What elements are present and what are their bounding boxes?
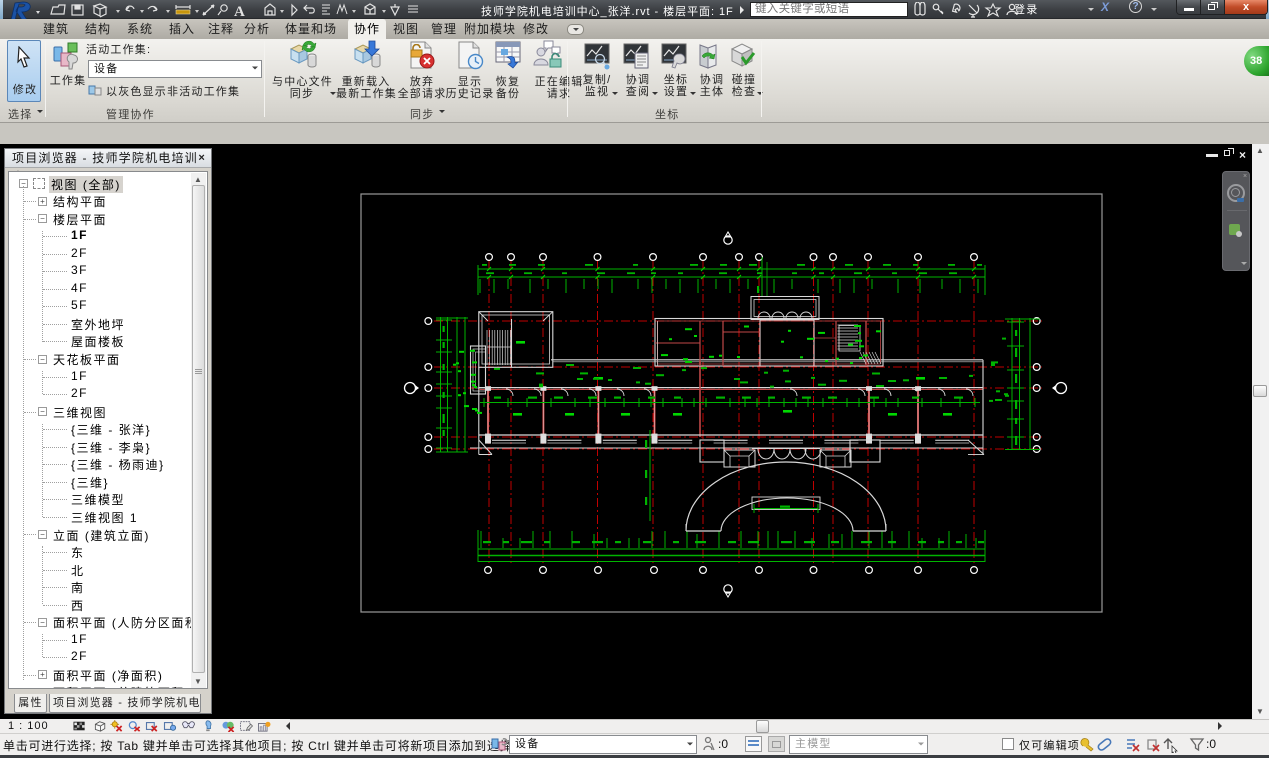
svg-text:A: A (234, 4, 245, 18)
